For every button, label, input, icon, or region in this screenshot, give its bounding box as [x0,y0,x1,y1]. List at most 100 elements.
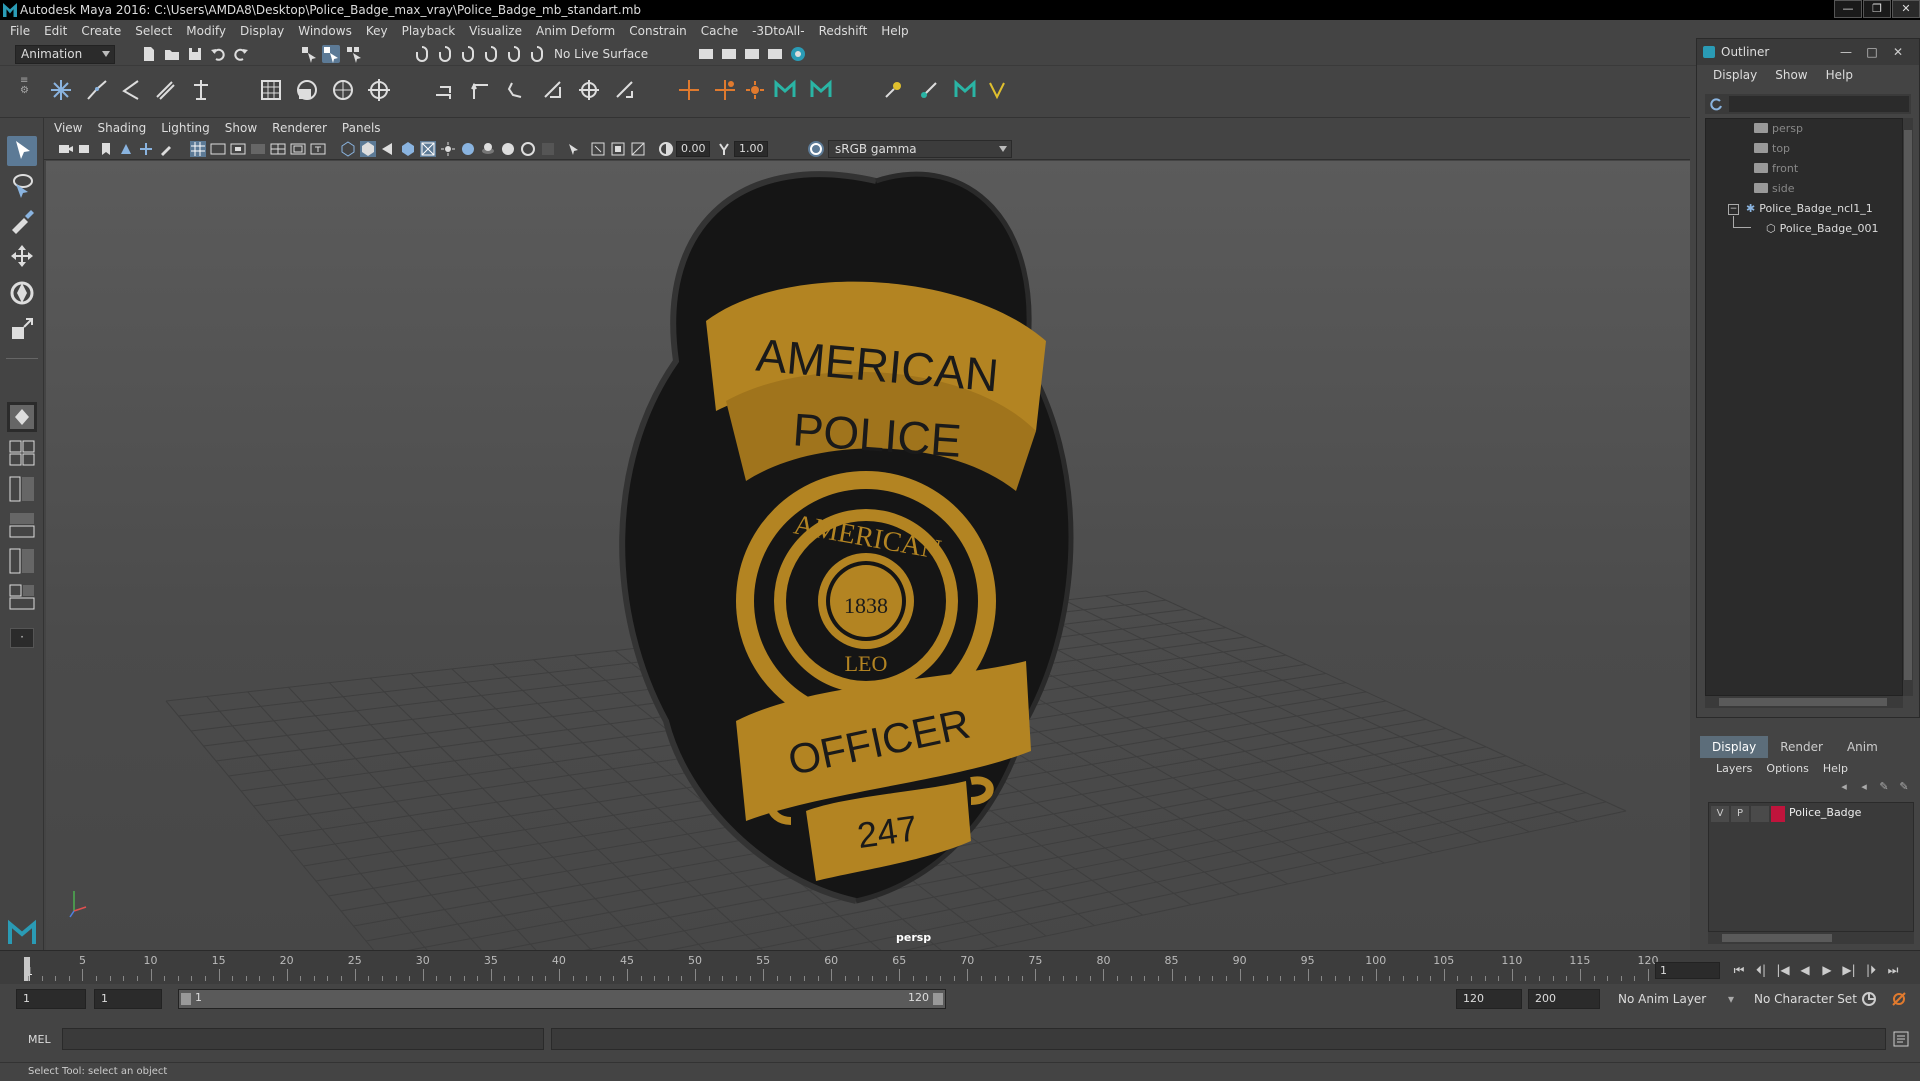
layer-horizontal-scrollbar[interactable] [1708,932,1914,944]
outliner-maximize-button[interactable]: □ [1859,39,1885,65]
layer-menu-help[interactable]: Help [1823,762,1848,775]
gamma-icon[interactable] [716,141,732,157]
lasso-tool-icon[interactable] [7,170,37,200]
ik-spline-icon[interactable] [118,77,144,103]
menu-constrain[interactable]: Constrain [629,24,687,38]
safe-title-icon[interactable] [310,141,326,157]
set-key-icon[interactable] [432,77,458,103]
layer-display-type-toggle[interactable] [1751,806,1769,822]
move-tool-icon[interactable] [7,242,37,272]
viewport-3d[interactable]: AMERICAN POLICE AMERICAN 1838 LEO OFFICE… [46,161,1690,950]
layer-playback-toggle[interactable]: P [1731,806,1749,822]
single-perspective-layout-icon[interactable] [7,402,37,432]
outliner-close-button[interactable]: ✕ [1885,39,1911,65]
anti-aliasing-icon[interactable] [520,141,536,157]
exposure-icon[interactable] [658,141,674,157]
snap-view-plane-icon[interactable] [505,45,523,63]
redo-icon[interactable] [232,45,250,63]
grid-toggle-icon[interactable] [190,141,206,157]
outliner-menu-help[interactable]: Help [1826,68,1853,82]
use-all-lights-icon[interactable] [420,141,436,157]
playback-end-field[interactable]: 120 [1456,989,1522,1009]
maximize-button[interactable]: ❐ [1863,0,1891,18]
motion-blur-icon[interactable] [500,141,516,157]
isolate-select-icon[interactable] [566,141,582,157]
parent-constraint-icon[interactable] [712,77,738,103]
step-forward-key-button[interactable]: |⏵ [1860,961,1882,979]
tab-anim[interactable]: Anim [1835,736,1890,758]
snap-curve-icon[interactable] [436,45,454,63]
outliner-search-input[interactable] [1729,96,1909,112]
select-object-icon[interactable] [322,45,340,63]
new-layer-selected-icon[interactable]: ✎ [1894,780,1914,796]
color-management-icon[interactable] [808,141,824,157]
make-live-icon[interactable] [528,45,546,63]
wireframe-icon[interactable] [340,141,356,157]
close-button[interactable]: ✕ [1892,0,1920,18]
xray-icon[interactable] [590,141,606,157]
play-backwards-button[interactable]: ◀ [1794,961,1816,979]
menu-key[interactable]: Key [366,24,388,38]
menu-visualize[interactable]: Visualize [469,24,522,38]
hik-character-icon[interactable] [952,77,978,103]
menu-file[interactable]: File [10,24,30,38]
shadows-icon[interactable] [440,141,456,157]
animation-preferences-icon[interactable] [1890,990,1908,1008]
time-slider[interactable]: 1 5 10 15 20 25 30 35 40 45 50 55 60 65 70 75 80 85 90 95 1… [0,950,1920,984]
menu-modify[interactable]: Modify [186,24,226,38]
menu-help[interactable]: Help [881,24,908,38]
expand-toggle[interactable]: − [1728,204,1739,215]
outliner-node-top[interactable]: top [1754,141,1790,157]
hypershade-icon[interactable] [789,45,807,63]
outliner-horizontal-scrollbar[interactable] [1705,696,1903,708]
outliner-node-persp[interactable]: persp [1754,121,1803,137]
new-layer-icon[interactable]: ✎ [1874,780,1894,796]
orient-constraint-icon[interactable] [772,77,798,103]
range-end-handle[interactable] [933,993,943,1005]
gamma-field[interactable]: 1.00 [734,141,768,157]
field-chart-icon[interactable] [270,141,286,157]
set-key-rotate-icon[interactable] [504,77,530,103]
shelf-menu-icon[interactable]: ≡ ⚙ [20,76,29,106]
menu-create[interactable]: Create [81,24,121,38]
command-input[interactable] [62,1028,544,1050]
menu-select[interactable]: Select [135,24,172,38]
aim-constraint-icon[interactable] [808,77,834,103]
script-editor-icon[interactable] [1892,1030,1910,1048]
select-tool-icon[interactable] [7,136,37,166]
textured-icon[interactable] [400,141,416,157]
minimize-button[interactable]: — [1834,0,1862,18]
gate-mask-icon[interactable] [250,141,266,157]
wrap-deformer-icon[interactable] [366,77,392,103]
anim-layer-dropdown[interactable]: No Anim Layer ▾ [1618,989,1736,1009]
play-forwards-button[interactable]: ▶ [1816,961,1838,979]
default-lighting-icon[interactable] [380,141,396,157]
camera-select-icon[interactable] [58,141,74,157]
render-view-icon[interactable] [766,45,784,63]
hypershade-layout-icon[interactable] [7,546,37,576]
snap-grid-icon[interactable] [413,45,431,63]
motion-trail-icon[interactable] [612,77,638,103]
step-forward-frame-button[interactable]: ▶| [1838,961,1860,979]
viewport-menu-lighting[interactable]: Lighting [161,121,210,135]
save-scene-icon[interactable] [186,45,204,63]
character-set-dropdown[interactable]: No Character Set [1754,989,1864,1009]
animation-start-field[interactable]: 1 [16,989,86,1009]
outliner-node-side[interactable]: side [1754,181,1795,197]
mirror-joint-icon[interactable] [916,77,942,103]
menu-display[interactable]: Display [240,24,284,38]
ambient-occlusion-icon[interactable] [460,141,476,157]
menu-windows[interactable]: Windows [298,24,352,38]
view-transform-dropdown[interactable]: sRGB gamma [828,140,1012,158]
rotate-tool-icon[interactable] [7,278,37,308]
maya-home-icon[interactable] [7,918,37,948]
grease-pencil-icon[interactable] [158,141,174,157]
toolbox-more-button[interactable]: · [10,628,34,648]
viewport-menu-panels[interactable]: Panels [342,121,381,135]
outliner-vertical-scrollbar[interactable] [1903,118,1913,696]
set-key-scale-icon[interactable] [540,77,566,103]
outliner-menu-show[interactable]: Show [1775,68,1807,82]
outliner-layout-icon[interactable] [7,474,37,504]
render-frame-icon[interactable] [720,45,738,63]
undo-icon[interactable] [209,45,227,63]
